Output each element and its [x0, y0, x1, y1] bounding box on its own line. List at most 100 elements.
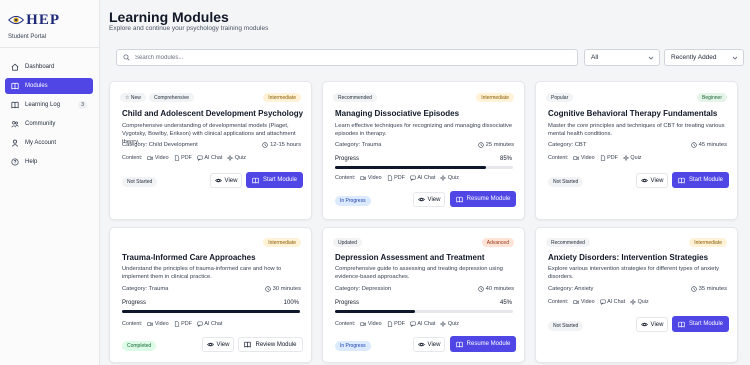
content-types: Content: Video AI Chat Quiz [548, 299, 649, 305]
tag-badge: Recommended [333, 93, 377, 102]
content-video: Video [573, 299, 595, 305]
level-badge: Advanced [481, 238, 514, 247]
view-button[interactable]: View [210, 173, 242, 188]
page-subtitle: Explore and continue your psychology tra… [109, 25, 269, 32]
sidebar-item-community[interactable]: Community [5, 116, 93, 132]
sidebar-item-label: Modules [25, 83, 48, 89]
content-types: Content: Video PDF AI Chat Quiz [122, 155, 246, 161]
content-pdf: PDF [600, 155, 618, 161]
content-quiz: Quiz [440, 321, 459, 327]
status-badge: In Progress [335, 341, 371, 351]
clock-icon [690, 142, 697, 148]
level-badge: Intermediate [263, 238, 301, 247]
content-quiz: Quiz [630, 299, 649, 305]
start-module-button[interactable]: Start Module [672, 316, 729, 332]
sidebar-item-my-account[interactable]: My Account [5, 135, 93, 151]
review-module-button[interactable]: Review Module [238, 337, 303, 352]
book-icon [11, 82, 19, 90]
progress-value: 100% [283, 300, 299, 306]
content-types: Content: Video PDF AI Chat Quiz [335, 321, 459, 327]
clock-icon [264, 286, 271, 292]
content-video: Video [573, 155, 595, 161]
sidebar-item-label: Community [25, 121, 56, 127]
portal-label: Student Portal [8, 34, 47, 40]
module-title: Child and Adolescent Development Psychol… [122, 109, 304, 118]
eye-icon [206, 342, 214, 347]
module-card: Updated Advanced Depression Assessment a… [322, 227, 525, 363]
view-button[interactable]: View [636, 173, 668, 188]
eye-icon [214, 178, 222, 183]
level-filter-select[interactable]: All [584, 49, 660, 66]
module-title: Depression Assessment and Treatment [335, 253, 485, 262]
view-button[interactable]: View [413, 192, 445, 207]
video-icon [573, 156, 580, 160]
module-category: Category: Anxiety [548, 286, 594, 292]
chevron-down-icon [648, 56, 654, 60]
tag-badge: Recommended [546, 238, 590, 247]
module-description: Master the core principles and technique… [548, 123, 725, 137]
module-card: Intermediate Trauma-Informed Care Approa… [109, 227, 312, 363]
tag-badge: Updated [333, 238, 362, 247]
sidebar-item-modules[interactable]: Modules [5, 78, 93, 94]
content-video: Video [147, 155, 169, 161]
page-title: Learning Modules [109, 9, 229, 25]
sidebar-item-learning-log[interactable]: Learning Log 3 [5, 97, 93, 113]
resume-module-button[interactable]: Resume Module [450, 191, 516, 207]
eye-icon [640, 322, 648, 327]
content-quiz: Quiz [622, 155, 641, 161]
module-title: Anxiety Disorders: Intervention Strategi… [548, 253, 709, 262]
quiz-icon [227, 155, 234, 161]
module-card: Recommended Intermediate Managing Dissoc… [322, 81, 525, 220]
view-button[interactable]: View [413, 337, 445, 352]
module-card: Recommended Intermediate Anxiety Disorde… [535, 227, 738, 363]
resume-module-button[interactable]: Resume Module [450, 336, 516, 352]
file-icon [600, 155, 605, 161]
search-icon [123, 54, 130, 61]
search-input[interactable] [135, 54, 535, 61]
sort-select[interactable]: Recently Added [664, 49, 744, 66]
module-duration: 12-15 hours [262, 142, 301, 148]
module-description: Learn effective techniques for recognizi… [335, 123, 513, 137]
content-ai-chat: AI Chat [410, 321, 435, 327]
book-icon [678, 321, 685, 328]
book-icon [456, 196, 463, 203]
level-badge: Intermediate [263, 93, 301, 102]
start-module-button[interactable]: Start Module [672, 172, 729, 188]
book-icon [244, 341, 252, 348]
chat-icon [197, 155, 203, 161]
view-button[interactable]: View [202, 337, 234, 352]
sidebar-item-dashboard[interactable]: Dashboard [5, 59, 93, 75]
eye-icon [417, 197, 425, 202]
status-badge: Not Started [548, 177, 584, 187]
module-duration: 30 minutes [264, 286, 301, 292]
module-category: Category: Depression [335, 286, 392, 292]
view-button[interactable]: View [636, 317, 668, 332]
clock-icon [477, 142, 484, 148]
video-icon [360, 176, 367, 180]
module-description: Comprehensive guide to assessing and tre… [335, 266, 503, 280]
content-ai-chat: AI Chat [197, 321, 222, 327]
content-quiz: Quiz [227, 155, 246, 161]
chat-icon [410, 321, 416, 327]
video-icon [573, 300, 580, 304]
start-module-button[interactable]: Start Module [246, 172, 303, 188]
tag-badge: Comprehensive [149, 93, 195, 102]
eye-logo-icon [8, 15, 25, 25]
content-pdf: PDF [174, 155, 192, 161]
module-category: Category: Trauma [335, 142, 382, 148]
book-icon [252, 177, 259, 184]
video-icon [147, 322, 154, 326]
clock-icon [262, 142, 268, 148]
content-quiz: Quiz [440, 175, 459, 181]
progress-bar [335, 310, 513, 313]
chat-icon [197, 321, 203, 327]
video-icon [147, 156, 154, 160]
module-description: Understand the principles of trauma-info… [122, 266, 282, 280]
module-title: Trauma-Informed Care Approaches [122, 253, 256, 262]
logo: HEP [8, 9, 60, 31]
progress-bar [122, 310, 300, 313]
status-badge: In Progress [335, 196, 371, 206]
status-badge: Completed [122, 341, 157, 351]
sidebar-item-help[interactable]: Help [5, 154, 93, 170]
sidebar-item-label: My Account [25, 140, 57, 146]
